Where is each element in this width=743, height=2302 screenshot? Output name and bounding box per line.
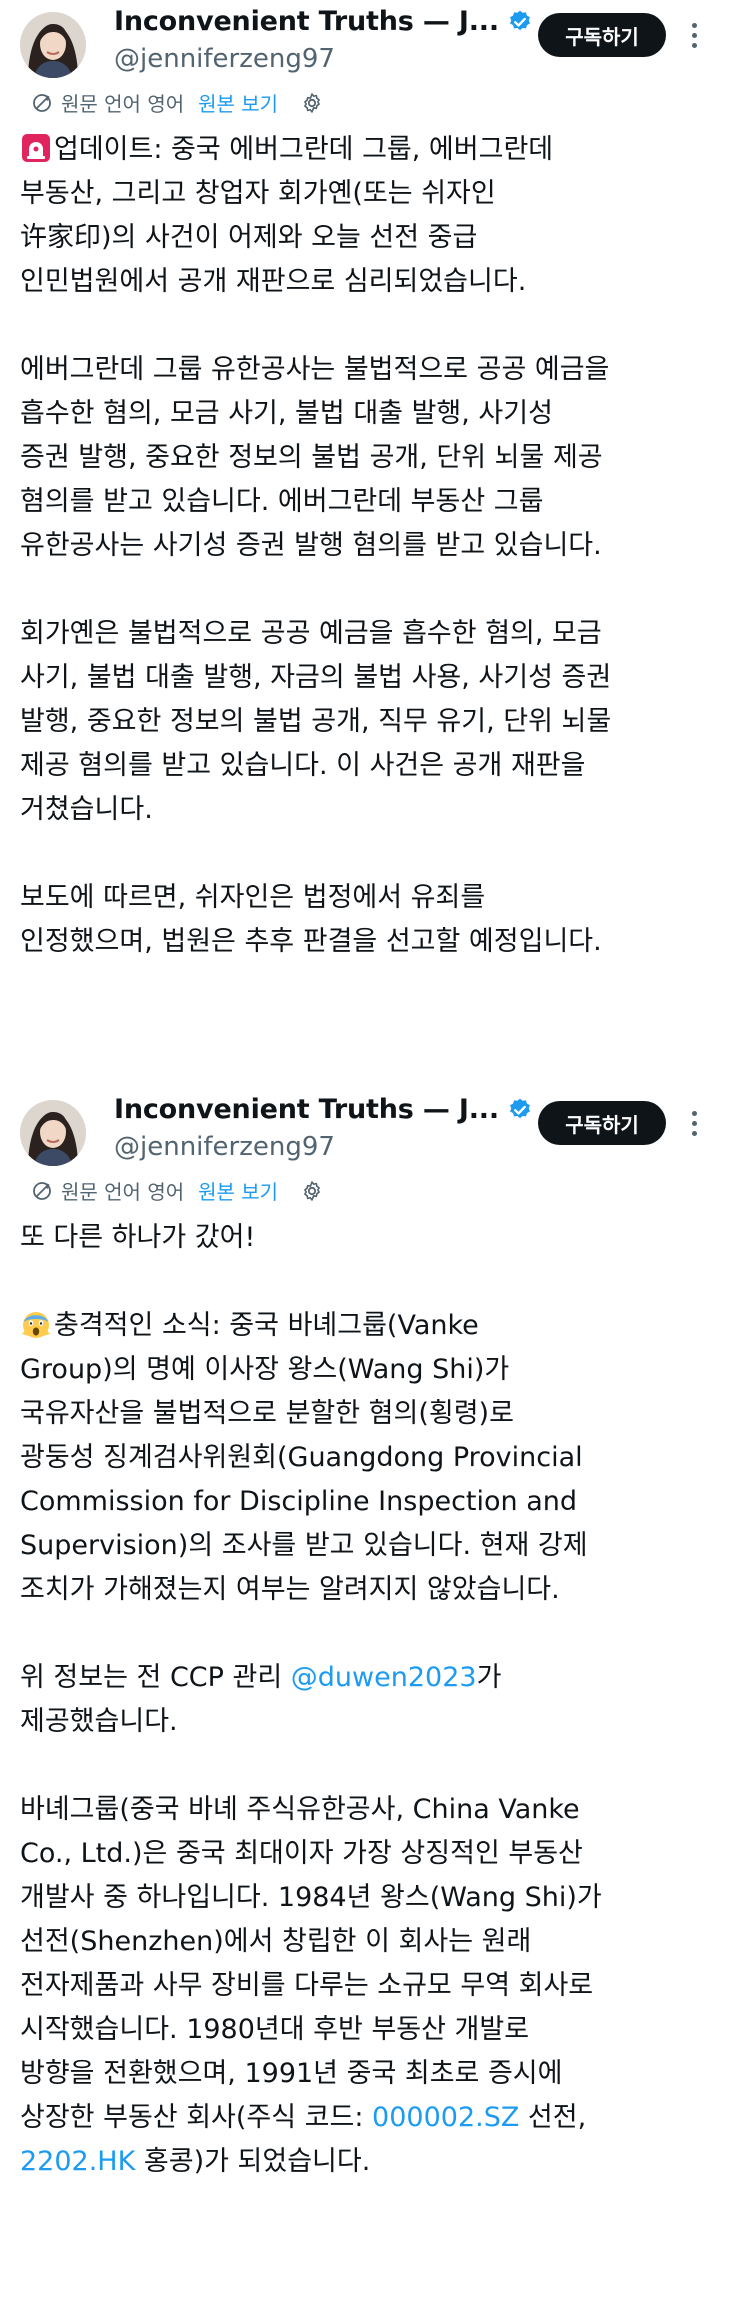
tweet-line: 인민법원에서 공개 재판으로 심리되었습니다. — [20, 266, 527, 297]
tweet-header: Inconvenient Truths — J... @jenniferzeng… — [0, 1088, 743, 1178]
avatar-photo-icon — [20, 12, 86, 78]
tweet-line: 보도에 따르면, 쉬자인은 법정에서 유죄를 — [20, 882, 486, 913]
more-options-icon[interactable] — [684, 1104, 704, 1142]
subscribe-button[interactable]: 구독하기 — [538, 13, 666, 57]
tweet-line: 제공 혐의를 받고 있습니다. 이 사건은 공개 재판을 — [20, 750, 586, 781]
avatar-photo-icon — [20, 1100, 86, 1166]
tweet-line: 거쳤습니다. — [20, 794, 153, 825]
subscribe-button[interactable]: 구독하기 — [538, 1101, 666, 1145]
tweet-line: 바녜그룹(중국 바녜 주식유한공사, China Vanke — [20, 1794, 580, 1825]
author-name-row: Inconvenient Truths — J... — [114, 6, 533, 37]
tweet-line: 인정했으며, 법원은 추후 판결을 선고할 예정입니다. — [20, 926, 602, 957]
gear-icon[interactable] — [300, 91, 324, 115]
tweet-text: 업데이트: 중국 에버그란데 그룹, 에버그란데 부동산, 그리고 창업자 회가… — [20, 128, 720, 964]
tweet-line: 국유자산을 불법적으로 분할한 혐의(횡령)로 — [20, 1398, 514, 1429]
tweet-line: 흡수한 혐의, 모금 사기, 불법 대출 발행, 사기성 — [20, 398, 553, 429]
avatar[interactable] — [20, 1100, 86, 1166]
author-handle[interactable]: @jenniferzeng97 — [114, 44, 335, 74]
thread-view: Inconvenient Truths — J... @jenniferzeng… — [0, 0, 743, 2302]
translate-icon — [30, 91, 54, 115]
tweet-line: 충격적인 소식: 중국 바녜그룹(Vanke — [20, 1304, 720, 1348]
tweet-line: 회가옌은 불법적으로 공공 예금을 흡수한 혐의, 모금 — [20, 618, 602, 649]
tweet-line-text: 충격적인 소식: 중국 바녜그룹(Vanke — [54, 1310, 479, 1341]
tweet-line: 상장한 부동산 회사(주식 코드: 000002.SZ 선전, — [20, 2096, 720, 2140]
translate-icon — [30, 1179, 54, 1203]
tweet-header: Inconvenient Truths — J... @jenniferzeng… — [0, 0, 743, 90]
tweet-line: 유한공사는 사기성 증권 발행 혐의를 받고 있습니다. — [20, 530, 602, 561]
tweet-line: 부동산, 그리고 창업자 회가옌(또는 쉬자인 — [20, 178, 496, 209]
tweet-line: 시작했습니다. 1980년대 후반 부동산 개발로 — [20, 2014, 530, 2045]
show-original-link[interactable]: 원본 보기 — [198, 1176, 278, 1205]
tweet-line: Group)의 명예 이사장 왕스(Wang Shi)가 — [20, 1354, 510, 1385]
more-options-icon[interactable] — [684, 16, 704, 54]
tweet-line: 광둥성 징계검사위원회(Guangdong Provincial — [20, 1442, 583, 1473]
gear-icon[interactable] — [300, 1179, 324, 1203]
tweet-line: 제공했습니다. — [20, 1706, 178, 1737]
tweet-line: 사기, 불법 대출 발행, 자금의 불법 사용, 사기성 증권 — [20, 662, 612, 693]
verified-badge-icon[interactable] — [507, 9, 533, 35]
tweet-line: 조치가 가해졌는지 여부는 알려지지 않았습니다. — [20, 1574, 560, 1605]
cashtag-link[interactable]: 2202.HK — [20, 2146, 135, 2177]
tweet-line-text: 위 정보는 전 CCP 관리 — [20, 1662, 291, 1693]
translation-source-text: 원문 언어 영어 — [61, 92, 185, 116]
tweet-line-text: 가 — [476, 1662, 502, 1693]
show-original-link[interactable]: 원본 보기 — [198, 88, 278, 117]
tweet-line-text: 업데이트: 중국 에버그란데 그룹, 에버그란데 — [54, 134, 554, 165]
translation-bar: 원문 언어 영어 원본 보기 — [30, 1176, 324, 1205]
author-display-name[interactable]: Inconvenient Truths — J... — [114, 6, 499, 37]
rotating-light-icon — [20, 132, 52, 164]
tweet-line: Supervision)의 조사를 받고 있습니다. 현재 강제 — [20, 1530, 588, 1561]
tweet-line: 개발사 중 하나입니다. 1984년 왕스(Wang Shi)가 — [20, 1882, 602, 1913]
tweet-line: 업데이트: 중국 에버그란데 그룹, 에버그란데 — [20, 128, 720, 172]
tweet-line: 2202.HK 홍콩)가 되었습니다. — [20, 2140, 720, 2184]
tweet-line: 방향을 전환했으며, 1991년 중국 최초로 증시에 — [20, 2058, 563, 2089]
tweet-line: 증권 발행, 중요한 정보의 불법 공개, 단위 뇌물 제공 — [20, 442, 603, 473]
tweet-1: Inconvenient Truths — J... @jenniferzeng… — [0, 0, 743, 1060]
tweet-line: Commission for Discipline Inspection and — [20, 1486, 578, 1517]
screaming-face-icon — [20, 1308, 52, 1340]
translation-source-text: 원문 언어 영어 — [61, 1180, 185, 1204]
tweet-line: 혐의를 받고 있습니다. 에버그란데 부동산 그룹 — [20, 486, 544, 517]
tweet-line: 许家印)의 사건이 어제와 오늘 선전 중급 — [20, 222, 478, 253]
verified-badge-icon[interactable] — [507, 1097, 533, 1123]
mention-link[interactable]: @duwen2023 — [291, 1662, 477, 1693]
tweet-line: 에버그란데 그룹 유한공사는 불법적으로 공공 예금을 — [20, 354, 610, 385]
cashtag-link[interactable]: 000002.SZ — [372, 2102, 519, 2133]
tweet-line-text: 상장한 부동산 회사(주식 코드: — [20, 2102, 373, 2133]
tweet-line: 전자제품과 사무 장비를 다루는 소규모 무역 회사로 — [20, 1970, 594, 2001]
tweet-2: Inconvenient Truths — J... @jenniferzeng… — [0, 1088, 743, 2302]
tweet-text: 또 다른 하나가 갔어! 충격적인 소식: 중국 바녜그룹(Vanke Grou… — [20, 1216, 720, 2184]
tweet-line: Co., Ltd.)은 중국 최대이자 가장 상징적인 부동산 — [20, 1838, 583, 1869]
tweet-line-text: 선전, — [519, 2102, 587, 2133]
avatar[interactable] — [20, 12, 86, 78]
tweet-line: 위 정보는 전 CCP 관리 @duwen2023가 — [20, 1656, 720, 1700]
author-handle[interactable]: @jenniferzeng97 — [114, 1132, 335, 1162]
tweet-line: 또 다른 하나가 갔어! — [20, 1222, 256, 1253]
tweet-line-text: 홍콩)가 되었습니다. — [135, 2146, 371, 2177]
translation-bar: 원문 언어 영어 원본 보기 — [30, 88, 324, 117]
author-name-row: Inconvenient Truths — J... — [114, 1094, 533, 1125]
author-display-name[interactable]: Inconvenient Truths — J... — [114, 1094, 499, 1125]
tweet-line: 선전(Shenzhen)에서 창립한 이 회사는 원래 — [20, 1926, 532, 1957]
tweet-line: 발행, 중요한 정보의 불법 공개, 직무 유기, 단위 뇌물 — [20, 706, 612, 737]
